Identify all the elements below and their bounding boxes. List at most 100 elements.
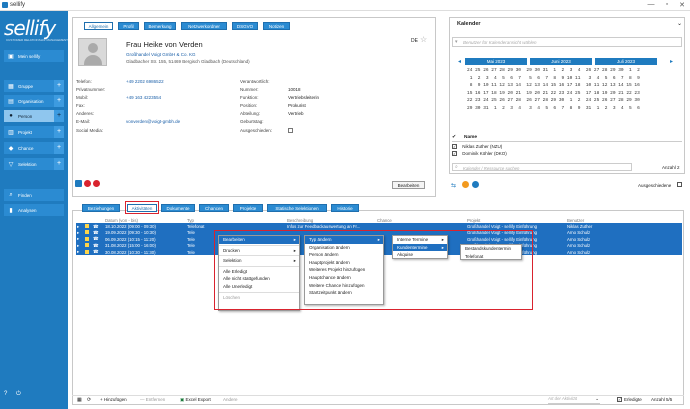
person-field-label: Position: xyxy=(240,103,258,108)
remove-button[interactable]: — Entfernen xyxy=(140,397,165,402)
person-icon: ● xyxy=(9,113,13,119)
sidebar-item-finden[interactable]: ⌕ Finden xyxy=(4,189,64,201)
sidebar-item-projekt[interactable]: ▥ Projekt + xyxy=(4,126,64,138)
calendar-week-row[interactable]: 1 2 3 4 5 6 7 5 6 7 8 9 10 11 3 4 5 6 7 … xyxy=(467,75,640,82)
person-field-label: Verantwortlich: xyxy=(240,79,270,84)
orange-icon[interactable] xyxy=(462,181,469,188)
calendar-action-icon[interactable]: ⇆ xyxy=(451,182,459,189)
person-field-value[interactable]: +49 2202 6986522 xyxy=(126,79,164,84)
calendar-title: Kalender xyxy=(457,21,481,27)
chevron-down-icon: ⌄ xyxy=(595,396,599,401)
person-field-label: Mobil: xyxy=(76,95,89,100)
refresh-icon[interactable]: ⟳ xyxy=(87,397,91,403)
window-title: sellify xyxy=(10,2,26,8)
expand-icon[interactable]: ▸ xyxy=(76,248,84,256)
tab-dsgvo[interactable]: DSGVO xyxy=(232,22,258,30)
sidebar-item-mein-sellify[interactable]: ▣ Mein sellify xyxy=(4,50,64,62)
highlight-aktivitaeten-tab xyxy=(125,201,159,214)
andere-button[interactable]: Andere xyxy=(223,397,238,402)
tab-dokumente[interactable]: Dokumente xyxy=(161,204,195,212)
erledigte-checkbox[interactable]: ✓ xyxy=(617,397,622,402)
sidebar-item-person[interactable]: ● Person + xyxy=(4,110,64,122)
list-icon[interactable] xyxy=(75,180,82,187)
ausgeschiedene-label: Ausgeschiedene xyxy=(638,183,672,188)
tab-bemerkung[interactable]: Bemerkung xyxy=(144,22,176,30)
calendar-week-row[interactable]: 8 9 10 11 12 13 14 12 13 14 15 16 17 18 … xyxy=(467,82,640,89)
calendar-week-row[interactable]: 29 30 31 1 2 3 4 3 4 5 6 7 8 9 31 1 2 3 … xyxy=(467,105,640,112)
resource-search-field[interactable]: ⌕ Kalender / Ressource suchen xyxy=(452,163,632,171)
user-search-icon: ▾ xyxy=(455,39,458,45)
tab-beziehungen[interactable]: Beziehungen xyxy=(82,204,120,212)
person-field-value[interactable]: vonverden@voigt-gmbh.de xyxy=(126,119,180,124)
add-projekt-button[interactable]: + xyxy=(54,126,64,138)
table-cell: Arno Schulz xyxy=(566,248,682,256)
star-icon[interactable]: ☆ xyxy=(420,35,427,44)
maximize-button[interactable]: ▫ xyxy=(662,1,672,8)
tab-projekte[interactable]: Projekte xyxy=(233,204,263,212)
avatar xyxy=(78,38,107,66)
checkbox-checked[interactable]: ✓ xyxy=(452,151,457,156)
person-field-label: Abteilung: xyxy=(240,111,261,116)
tab-chancen[interactable]: Chancen xyxy=(199,204,229,212)
user-search-field[interactable]: ▾ Benutzer für Kalenderansicht wählen xyxy=(452,37,682,47)
tab-profil[interactable]: Profil xyxy=(118,22,139,30)
calendar-user-row[interactable]: ✓ Niklas Zuther (NZU) xyxy=(452,144,502,149)
bearbeiten-button[interactable]: Bearbeiten xyxy=(392,181,425,189)
calendar-week-row[interactable]: 24 25 26 27 28 29 30 29 30 31 1 2 3 4 26… xyxy=(467,67,640,74)
tab-statische-selektionen[interactable]: Statische Selektionen xyxy=(267,204,327,212)
calendar-week-row[interactable]: 22 23 24 25 26 27 28 26 27 28 29 30 1 2 … xyxy=(467,97,640,104)
help-icon[interactable]: ? xyxy=(4,391,7,397)
chart-icon: ▮ xyxy=(9,207,13,214)
person-field-label: Fax: xyxy=(76,103,85,108)
building-icon: ▤ xyxy=(8,98,14,105)
sidebar-item-organisation[interactable]: ▤ Organisation + xyxy=(4,95,64,107)
add-button[interactable]: + Hinzufügen xyxy=(100,397,127,402)
prev-month-icon[interactable]: ◂ xyxy=(458,58,461,65)
add-person-button[interactable]: + xyxy=(54,110,64,122)
add-chance-button[interactable]: + xyxy=(54,142,64,154)
person-field-label: Ausgeschieden: xyxy=(240,128,273,133)
row-checkbox[interactable] xyxy=(84,248,92,256)
highlight-context-menu xyxy=(214,230,533,310)
close-button[interactable]: ✕ xyxy=(677,1,687,9)
power-icon[interactable]: ⏻ xyxy=(16,391,21,398)
add-organisation-button[interactable]: + xyxy=(54,95,64,107)
search-icon: ⌕ xyxy=(9,191,13,198)
checkbox-checked[interactable]: ✓ xyxy=(452,144,457,149)
minimize-button[interactable]: — xyxy=(646,1,656,8)
next-month-icon[interactable]: ▸ xyxy=(670,58,673,65)
address: Gladbacher Str. 155, 51469 Bergisch Glad… xyxy=(126,59,250,64)
sellify-logo: sellify xyxy=(4,16,56,40)
mail-icon[interactable] xyxy=(84,180,91,187)
excel-export-button[interactable]: ▣ Excel Export xyxy=(180,397,211,403)
tab-allgemein[interactable]: Allgemein xyxy=(84,22,113,30)
ausgeschiedene-checkbox[interactable] xyxy=(677,182,682,187)
check-all-icon[interactable]: ✔ xyxy=(452,134,456,140)
minus-icon: — xyxy=(140,397,145,402)
blue-icon[interactable] xyxy=(472,181,479,188)
calendar-menu-icon[interactable]: ⌄ xyxy=(677,20,682,27)
calendar-week-row[interactable]: 15 16 17 18 19 20 21 19 20 21 22 23 24 2… xyxy=(467,90,640,97)
tab-historie[interactable]: Historie xyxy=(331,204,359,212)
person-field-value: Vertriebsleiterin xyxy=(288,95,320,100)
person-field-label: Privatnummer: xyxy=(76,87,106,92)
tab-netzwerkordner[interactable]: Netzwerkordner xyxy=(181,22,227,30)
person-field-value[interactable]: +49 163 4223554 xyxy=(126,95,161,100)
ausgeschieden-checkbox[interactable] xyxy=(288,128,293,133)
art-der-aktivitaet-select[interactable]: Art der Aktivität ⌄ xyxy=(548,396,600,404)
month-june: Juni 2023 xyxy=(530,58,592,65)
company-link[interactable]: Großhandel Voigt GmbH & Co. KG xyxy=(126,52,196,57)
plus-icon: + xyxy=(100,397,103,402)
grid-icon[interactable]: ▦ xyxy=(77,397,82,403)
sidebar-item-chance[interactable]: ◆ Chance + xyxy=(4,142,64,154)
phone-icon[interactable] xyxy=(93,180,100,187)
group-icon: ▦ xyxy=(8,83,14,90)
sidebar-item-analysen[interactable]: ▮ Analysen xyxy=(4,204,64,216)
sidebar-item-gruppe[interactable]: ▦ Gruppe + xyxy=(4,80,64,92)
add-gruppe-button[interactable]: + xyxy=(54,80,64,92)
calendar-user-row[interactable]: ✓ Dominik Köhler (DKO) xyxy=(452,151,507,156)
app-icon xyxy=(2,2,8,8)
tab-notizen[interactable]: Notizen xyxy=(263,22,290,30)
add-selektion-button[interactable]: + xyxy=(54,158,64,170)
sidebar-item-selektion[interactable]: ▽ Selektion + xyxy=(4,158,64,170)
